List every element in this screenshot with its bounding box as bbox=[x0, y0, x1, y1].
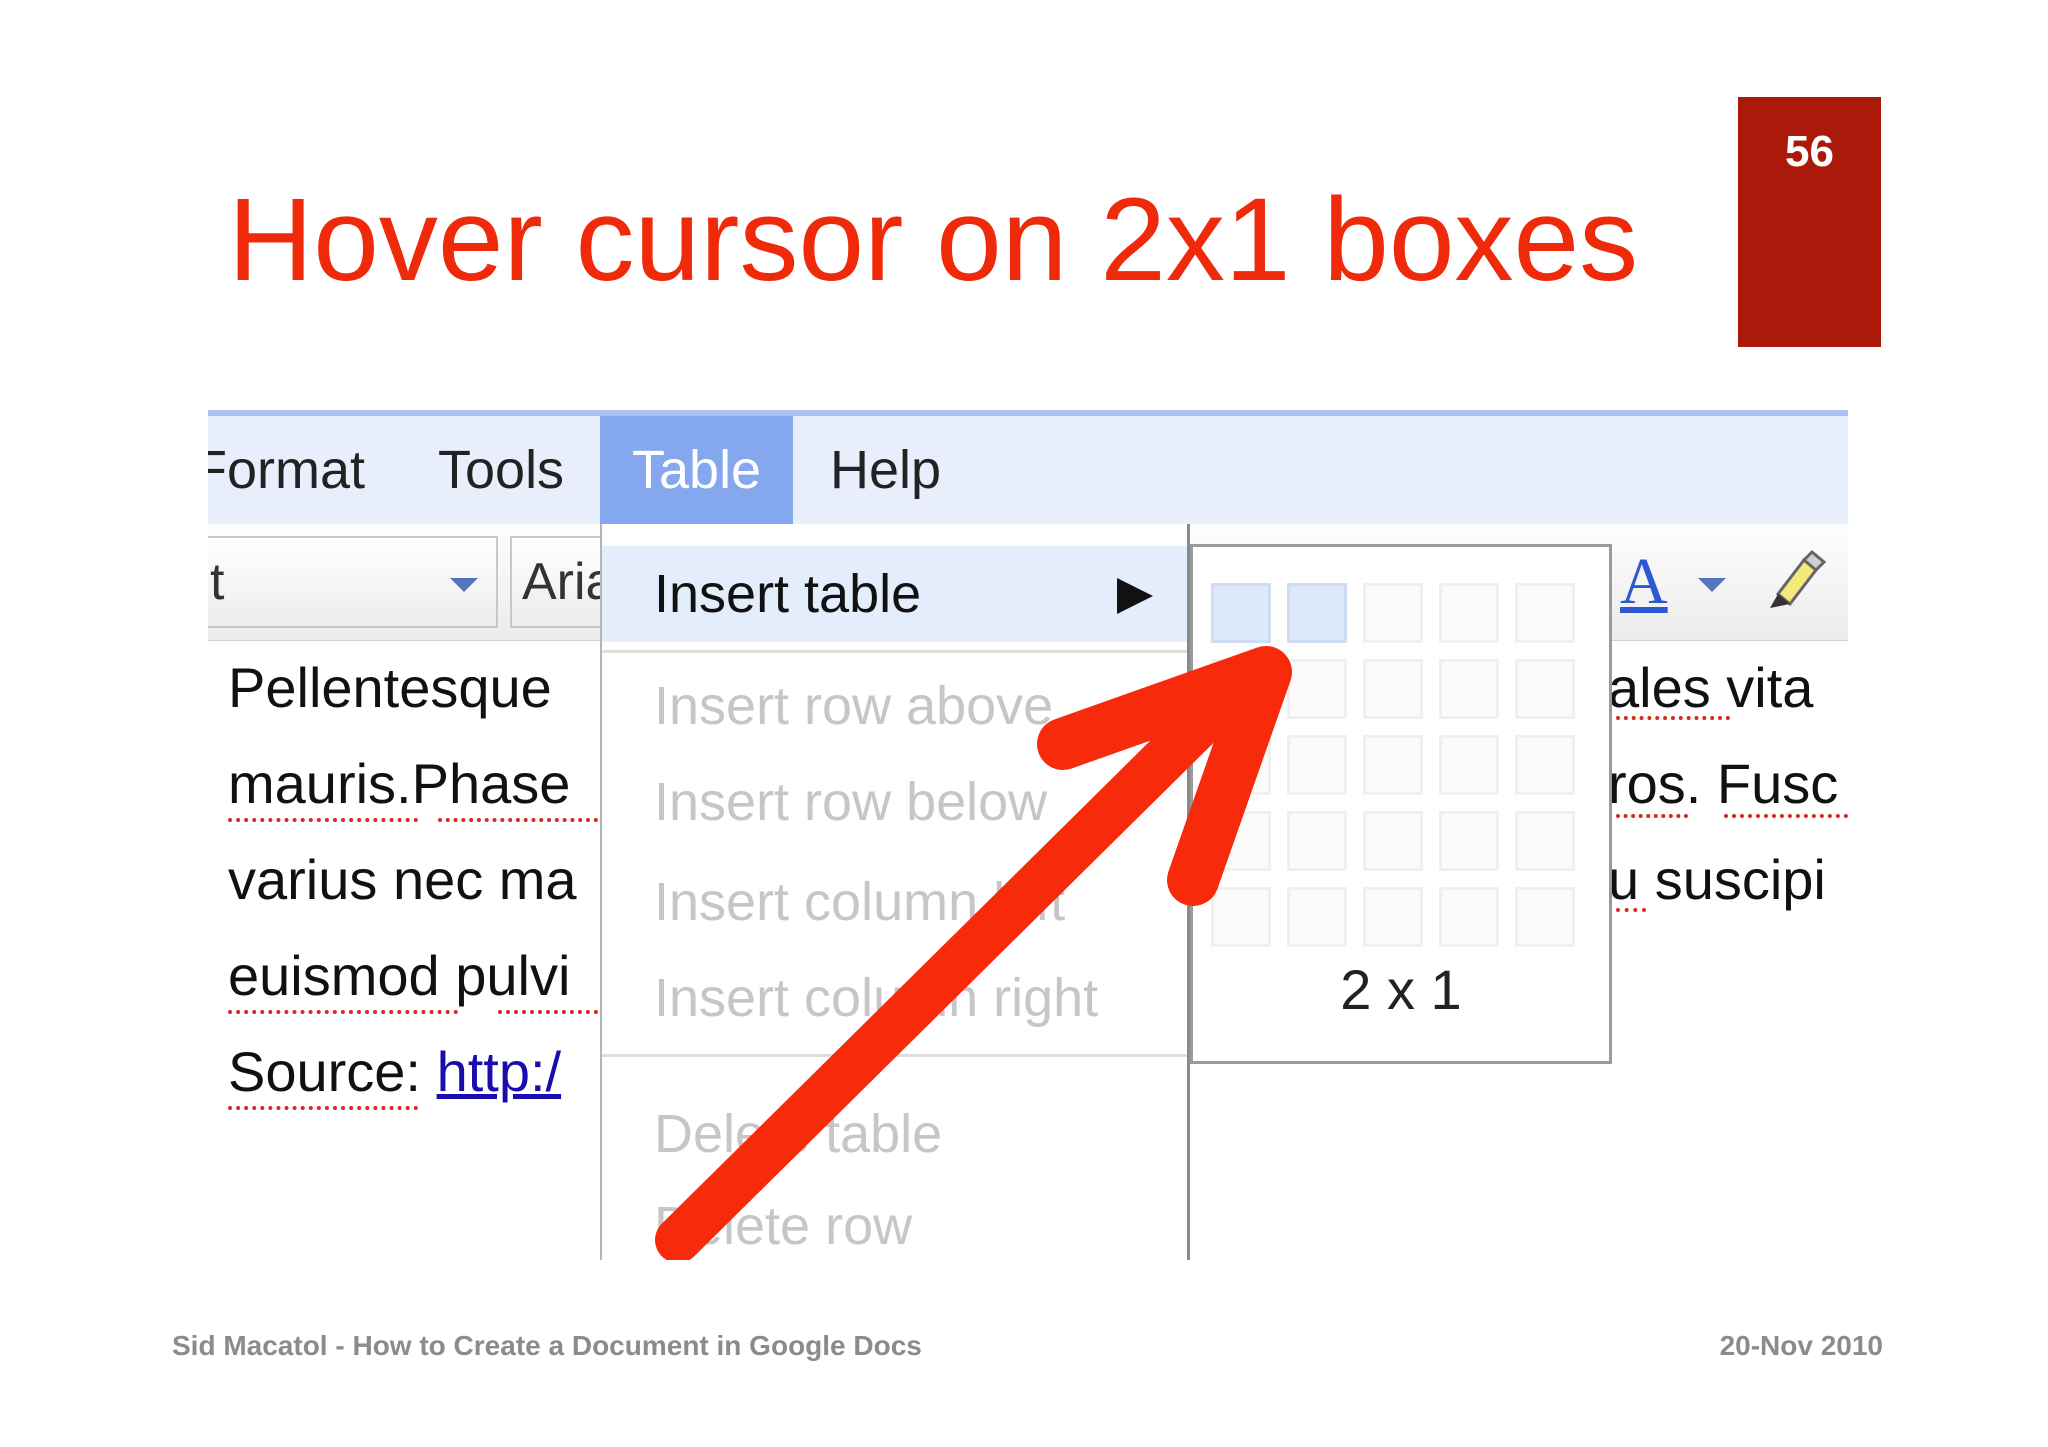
slide-number-badge: 56 bbox=[1738, 97, 1881, 347]
arrow-icon bbox=[655, 646, 1292, 1260]
slide-title: Hover cursor on 2x1 boxes bbox=[228, 174, 1639, 306]
footer-left: Sid Macatol - How to Create a Document i… bbox=[172, 1330, 922, 1361]
arrow-shaft bbox=[655, 693, 1231, 1260]
footer-right: 20-Nov 2010 bbox=[1719, 1330, 1883, 1361]
google-docs-screenshot: Format Tools Table Help t Aria A Pellent… bbox=[208, 410, 1848, 1260]
annotation-arrow bbox=[655, 646, 1292, 1260]
